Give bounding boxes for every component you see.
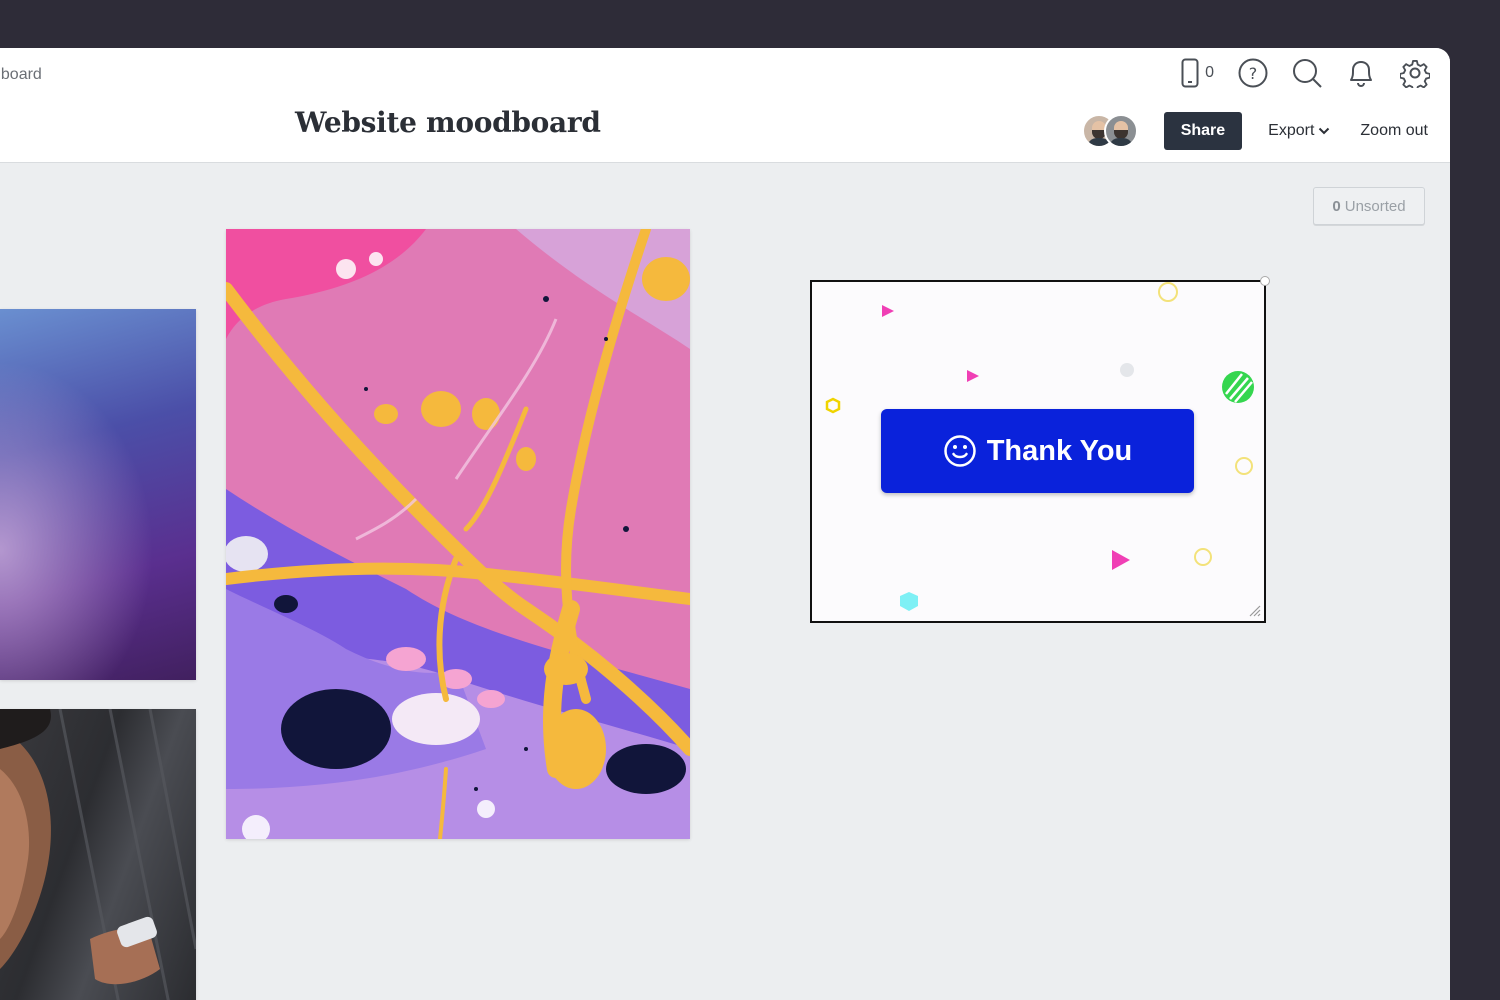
gear-icon bbox=[1400, 59, 1430, 88]
bell-icon bbox=[1350, 61, 1372, 88]
portrait-photo bbox=[0, 709, 196, 1000]
export-button[interactable]: Export bbox=[1268, 122, 1330, 140]
notifications-button[interactable] bbox=[1346, 58, 1376, 88]
smiley-icon bbox=[943, 435, 976, 467]
thank-you-label: Thank You bbox=[986, 434, 1133, 467]
gradient-image-card[interactable] bbox=[0, 309, 196, 680]
header-actions: Share Export Zoom out bbox=[1081, 112, 1428, 150]
svg-text:?: ? bbox=[1249, 64, 1258, 83]
search-icon bbox=[1293, 59, 1322, 88]
unsorted-count: 0 bbox=[1332, 197, 1341, 215]
chevron-down-icon bbox=[1319, 127, 1330, 135]
paint-splatter-image-card[interactable] bbox=[226, 229, 690, 839]
photo-image-card[interactable] bbox=[0, 709, 196, 1000]
help-button[interactable]: ? bbox=[1238, 58, 1268, 88]
device-count: 0 bbox=[1205, 64, 1214, 81]
export-label: Export bbox=[1268, 122, 1315, 139]
thank-you-card[interactable]: Thank You bbox=[810, 276, 1270, 623]
share-button[interactable]: Share bbox=[1163, 112, 1243, 150]
collaborators[interactable] bbox=[1081, 114, 1138, 148]
search-button[interactable] bbox=[1292, 58, 1322, 88]
settings-button[interactable] bbox=[1400, 58, 1430, 88]
help-icon: ? bbox=[1238, 58, 1268, 88]
unsorted-label: Unsorted bbox=[1344, 197, 1406, 215]
header: dboard Website moodboard 0 ? bbox=[0, 48, 1450, 163]
thank-you-button[interactable]: Thank You bbox=[881, 409, 1194, 493]
unsorted-button[interactable]: 0 Unsorted bbox=[1313, 187, 1425, 225]
breadcrumb[interactable]: dboard bbox=[0, 66, 42, 84]
avatar bbox=[1103, 114, 1138, 148]
paint-splatter-art bbox=[226, 229, 690, 839]
top-icon-bar: 0 ? bbox=[1181, 58, 1430, 88]
page-title[interactable]: Website moodboard bbox=[295, 106, 601, 139]
phone-icon bbox=[1181, 58, 1199, 88]
device-preview[interactable]: 0 bbox=[1181, 58, 1214, 88]
app-window: dboard Website moodboard 0 ? bbox=[0, 48, 1450, 1000]
zoom-out-button[interactable]: Zoom out bbox=[1360, 122, 1428, 140]
